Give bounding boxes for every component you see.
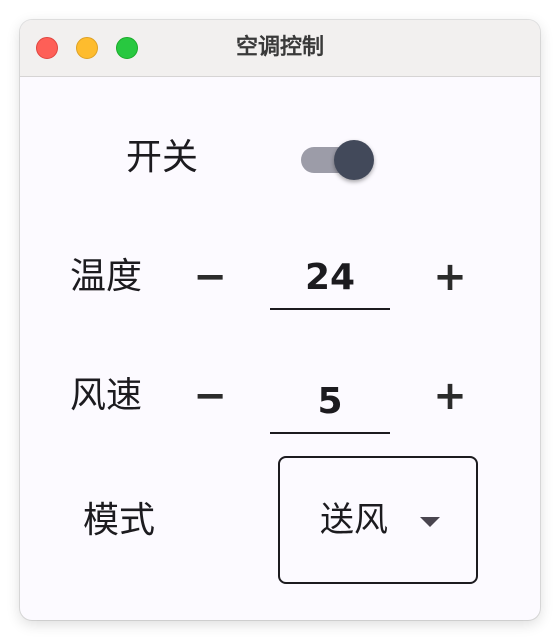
fan-speed-label: 风速: [70, 375, 143, 416]
fan-speed-increase-button[interactable]: +: [425, 371, 475, 421]
control-panel: 开关 温度 − 24 + 风速 − 5 + 模式 送风: [20, 77, 540, 620]
fan-speed-value[interactable]: 5: [270, 374, 390, 434]
title-bar[interactable]: 空调控制: [20, 20, 540, 77]
power-switch-thumb[interactable]: [334, 140, 374, 180]
power-label: 开关: [126, 137, 199, 178]
power-switch[interactable]: [301, 140, 374, 180]
mode-label: 模式: [83, 500, 156, 541]
mode-dropdown[interactable]: 送风: [278, 456, 478, 584]
temperature-increase-button[interactable]: +: [425, 252, 475, 302]
caret-down-icon: [420, 517, 440, 527]
app-window: 空调控制 开关 温度 − 24 + 风速 − 5 + 模式 送风: [20, 20, 540, 620]
temperature-label: 温度: [70, 256, 143, 297]
temperature-value[interactable]: 24: [270, 250, 390, 310]
mode-selected-value: 送风: [320, 500, 388, 540]
temperature-decrease-button[interactable]: −: [185, 252, 235, 302]
window-title: 空调控制: [235, 35, 324, 60]
fan-speed-decrease-button[interactable]: −: [185, 371, 235, 421]
